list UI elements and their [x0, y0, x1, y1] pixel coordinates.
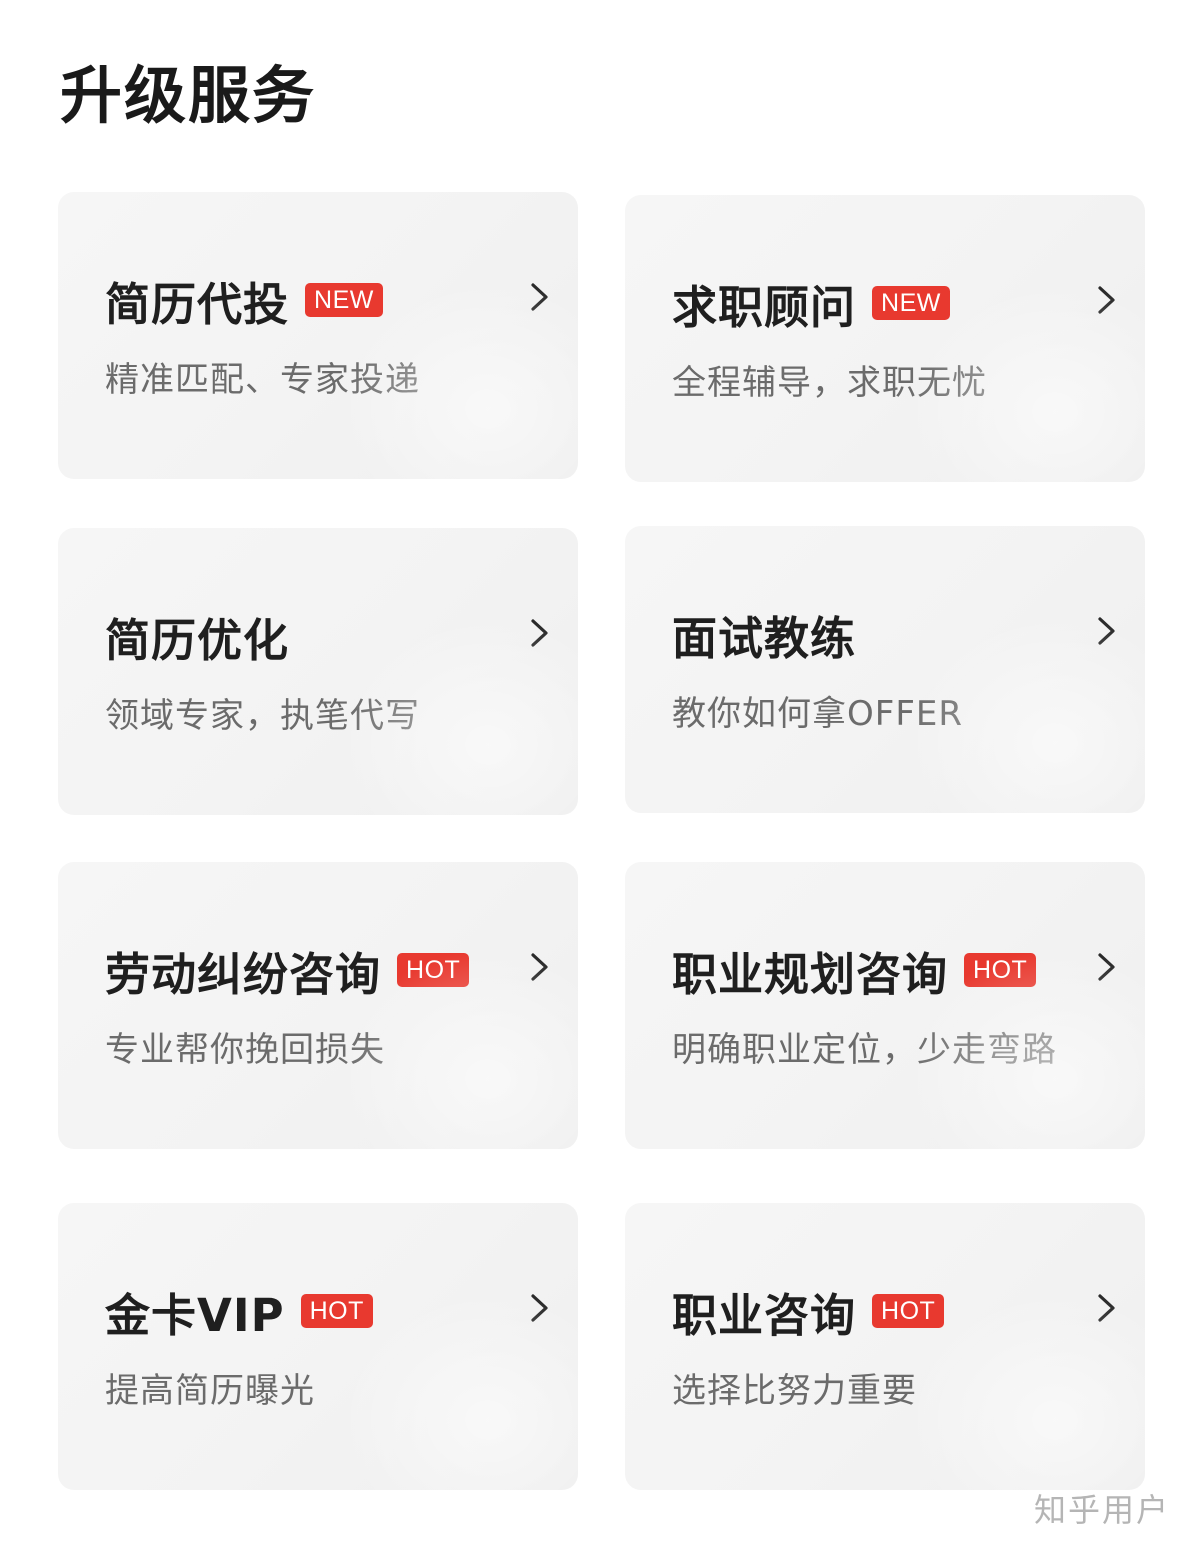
- hot-badge: HOT: [300, 1294, 373, 1328]
- card-title: 求职顾问: [672, 280, 857, 334]
- service-card-career-planning[interactable]: 职业规划咨询 HOT 明确职业定位，少走弯路: [625, 862, 1145, 1149]
- service-card-resume-optimization[interactable]: 简历优化 领域专家，执笔代写: [58, 528, 578, 815]
- new-badge: NEW: [872, 286, 950, 320]
- service-card-labor-dispute[interactable]: 劳动纠纷咨询 HOT 专业帮你挽回损失: [58, 862, 578, 1149]
- card-title: 面试教练: [672, 611, 857, 665]
- card-title: 金卡VIP: [105, 1288, 285, 1342]
- card-subtitle: 教你如何拿OFFER: [672, 694, 963, 734]
- chevron-right-icon[interactable]: [522, 616, 556, 650]
- card-title-row: 职业咨询 HOT: [672, 1281, 945, 1342]
- new-badge: NEW: [305, 283, 383, 317]
- card-subtitle: 提高简历曝光: [105, 1371, 315, 1411]
- hot-badge: HOT: [397, 953, 470, 987]
- card-title: 职业咨询: [672, 1288, 857, 1342]
- service-card-gold-vip[interactable]: 金卡VIP HOT 提高简历曝光: [58, 1203, 578, 1490]
- card-title-row: 简历代投 NEW: [105, 270, 383, 331]
- card-title: 劳动纠纷咨询: [105, 947, 382, 1001]
- card-title-row: 面试教练: [672, 604, 857, 665]
- chevron-right-icon[interactable]: [522, 950, 556, 984]
- chevron-right-icon[interactable]: [1089, 614, 1123, 648]
- card-title-row: 职业规划咨询 HOT: [672, 940, 1037, 1001]
- card-subtitle: 选择比努力重要: [672, 1371, 917, 1411]
- card-title: 简历优化: [105, 613, 290, 667]
- service-card-interview-coach[interactable]: 面试教练 教你如何拿OFFER: [625, 526, 1145, 813]
- service-card-career-consulting[interactable]: 职业咨询 HOT 选择比努力重要: [625, 1203, 1145, 1490]
- card-subtitle: 专业帮你挽回损失: [105, 1030, 385, 1070]
- card-subtitle: 领域专家，执笔代写: [105, 696, 420, 736]
- hot-badge: HOT: [872, 1294, 945, 1328]
- card-title: 职业规划咨询: [672, 947, 949, 1001]
- card-title-row: 简历优化: [105, 606, 290, 667]
- hot-badge: HOT: [964, 953, 1037, 987]
- chevron-right-icon[interactable]: [522, 280, 556, 314]
- chevron-right-icon[interactable]: [1089, 950, 1123, 984]
- card-subtitle: 全程辅导，求职无忧: [672, 363, 987, 403]
- card-title-row: 金卡VIP HOT: [105, 1281, 373, 1342]
- chevron-right-icon[interactable]: [1089, 283, 1123, 317]
- service-card-job-consultant[interactable]: 求职顾问 NEW 全程辅导，求职无忧: [625, 195, 1145, 482]
- watermark: 知乎用户: [1033, 1491, 1170, 1529]
- card-title: 简历代投: [105, 277, 290, 331]
- service-card-resume-delivery[interactable]: 简历代投 NEW 精准匹配、专家投递: [58, 192, 578, 479]
- chevron-right-icon[interactable]: [522, 1291, 556, 1325]
- card-title-row: 劳动纠纷咨询 HOT: [105, 940, 470, 1001]
- card-subtitle: 明确职业定位，少走弯路: [672, 1030, 1057, 1070]
- card-title-row: 求职顾问 NEW: [672, 273, 950, 334]
- card-subtitle: 精准匹配、专家投递: [105, 360, 420, 400]
- chevron-right-icon[interactable]: [1089, 1291, 1123, 1325]
- page-title: 升级服务: [60, 59, 317, 132]
